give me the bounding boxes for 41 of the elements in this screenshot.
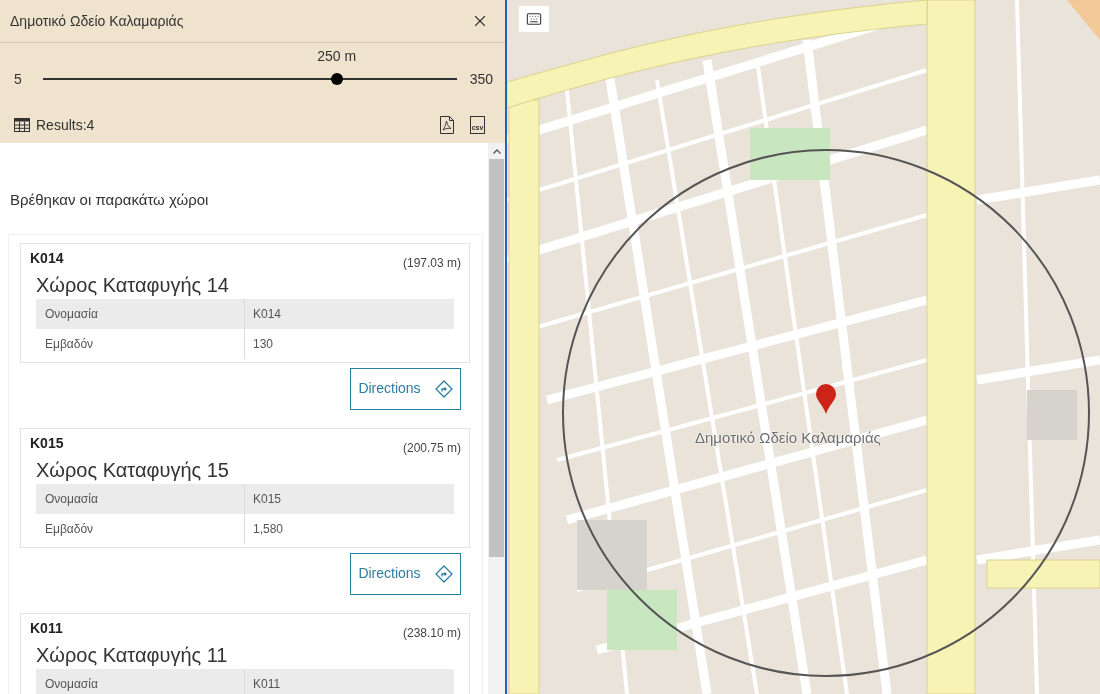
place-distance: (200.75 m) (402, 439, 461, 457)
place-name: Χώρος Καταφυγής 15 (35, 457, 230, 483)
place-code: K011 (30, 618, 63, 638)
attribute-value: 130 (252, 335, 275, 353)
place-label: Δημοτικό Ωδείο Καλαμαριάς (695, 428, 881, 448)
table-icon (14, 118, 30, 132)
pdf-file-icon (440, 116, 454, 134)
place-code: K015 (30, 433, 64, 453)
scrollbar[interactable] (488, 143, 505, 694)
attribute-value: K011 (252, 675, 282, 693)
attribute-label: Εμβαδόν (36, 328, 245, 359)
scrollbar-thumb[interactable] (489, 159, 504, 557)
attribute-label: Ονομασία (36, 668, 245, 694)
map-view[interactable]: Δημοτικό Ωδείο Καλαμαριάς (507, 0, 1100, 694)
place-name: Χώρος Καταφυγής 14 (35, 272, 230, 298)
scroll-up-icon[interactable] (492, 149, 501, 154)
directions-button[interactable]: Directions (350, 552, 461, 595)
directions-icon (434, 564, 453, 583)
slider-max-label: 350 (469, 69, 493, 89)
results-count: Results:4 (36, 115, 95, 135)
keyboard-button[interactable] (519, 6, 549, 32)
place-name: Χώρος Καταφυγής 11 (35, 642, 229, 668)
directions-icon (434, 379, 453, 398)
place-distance: (238.10 m) (402, 624, 461, 642)
pdf-export-button[interactable] (440, 116, 454, 134)
attribute-value: K015 (252, 490, 283, 508)
place-distance: (197.03 m) (402, 254, 461, 272)
attribute-label: Ονομασία (36, 298, 245, 329)
panel-title: Δημοτικό Ωδείο Καλαμαριάς (10, 11, 184, 31)
attribute-value: K014 (252, 305, 283, 323)
directions-button[interactable]: Directions (350, 367, 461, 410)
attribute-label: Ονομασία (36, 483, 245, 514)
keyboard-icon (526, 11, 542, 27)
slider-min-label: 5 (14, 69, 23, 89)
place-code: K014 (30, 248, 64, 268)
map-pin-icon (816, 384, 836, 414)
slider-reading: 250 m (317, 47, 357, 66)
slider-thumb[interactable] (330, 73, 343, 85)
attribute-value: 1,580 (252, 520, 285, 538)
list-heading: Βρέθηκαν οι παρακάτω χώροι (10, 190, 210, 210)
attribute-label: Εμβαδόν (36, 513, 245, 544)
